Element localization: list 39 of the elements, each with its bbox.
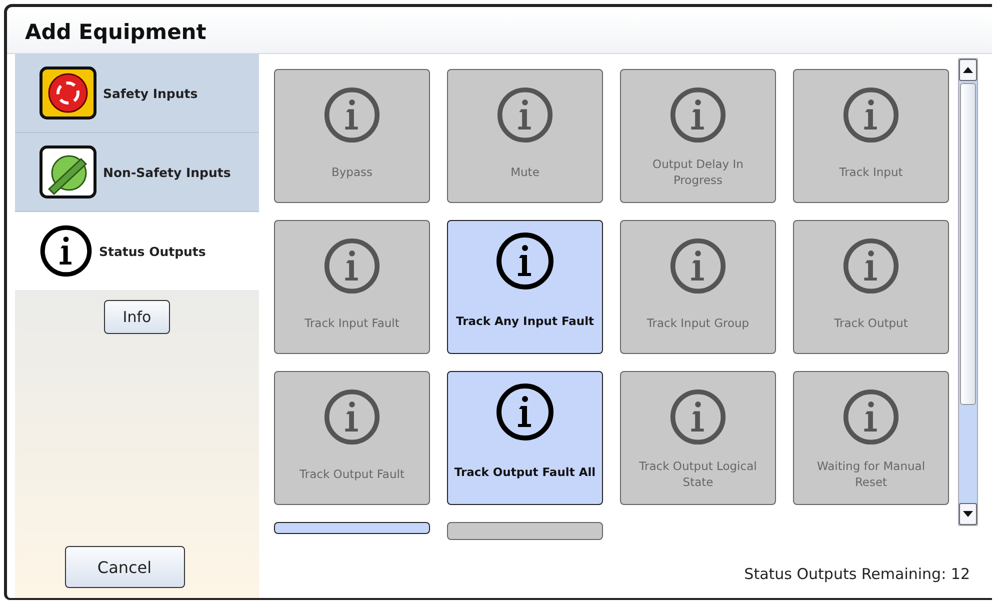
status-output-tile[interactable]: Track Output Fault All	[447, 371, 603, 505]
down-arrow-icon[interactable]	[963, 511, 973, 517]
window-title: Add Equipment	[7, 11, 992, 54]
info-icon	[323, 237, 381, 295]
info-icon	[669, 388, 727, 446]
info-icon	[39, 224, 93, 278]
status-output-tile[interactable]: Track Output Logical State	[620, 371, 776, 505]
selector-switch-icon	[39, 145, 97, 199]
info-icon	[842, 86, 900, 144]
status-output-tile[interactable]: Track Input Fault	[274, 220, 430, 354]
status-output-tile[interactable]: Mute	[447, 69, 603, 203]
info-icon	[495, 231, 555, 291]
info-icon	[496, 86, 554, 144]
status-output-tile[interactable]: Track Input	[793, 69, 949, 203]
up-arrow-icon[interactable]	[963, 67, 973, 73]
info-icon	[323, 388, 381, 446]
info-icon	[669, 86, 727, 144]
status-output-tile[interactable]: Waiting for Manual Reset	[793, 371, 949, 505]
scrollbar[interactable]	[958, 58, 978, 526]
status-output-tile[interactable]	[447, 522, 603, 540]
info-icon	[669, 237, 727, 295]
info-button[interactable]: Info	[104, 300, 170, 334]
info-icon	[842, 237, 900, 295]
status-output-tile[interactable]: Track Input Group	[620, 220, 776, 354]
status-output-tile[interactable]: Output Delay In Progress	[620, 69, 776, 203]
category-tab[interactable]: Safety Inputs	[15, 54, 259, 133]
status-output-tile[interactable]	[274, 522, 430, 534]
status-output-tile[interactable]: Track Output Fault	[274, 371, 430, 505]
status-output-tile[interactable]: Track Any Input Fault	[447, 220, 603, 354]
info-icon	[495, 382, 555, 442]
status-output-tile[interactable]: Track Output	[793, 220, 949, 354]
cancel-button[interactable]: Cancel	[64, 546, 184, 588]
category-tab[interactable]: Status Outputs	[15, 212, 259, 290]
status-output-tile[interactable]: Bypass	[274, 69, 430, 203]
info-icon	[323, 86, 381, 144]
stop-button-icon	[39, 66, 97, 120]
remaining-count-text: Status Outputs Remaining: 12	[744, 565, 970, 583]
category-tab[interactable]: Non-Safety Inputs	[15, 133, 259, 212]
info-icon	[842, 388, 900, 446]
